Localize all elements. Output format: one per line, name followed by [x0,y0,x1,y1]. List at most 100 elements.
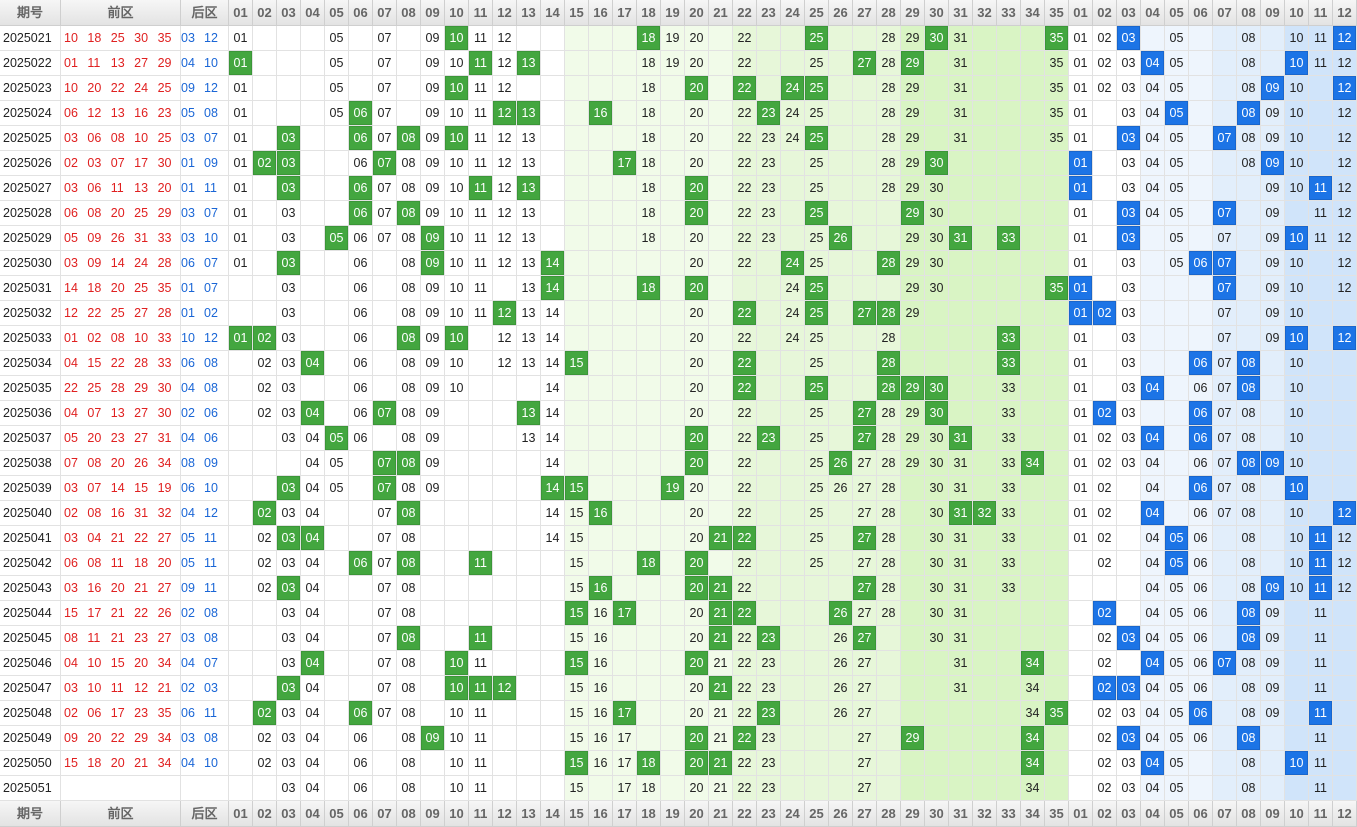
front-draw-cell: 02 06 17 23 35 [61,701,181,726]
period-cell: 2025040 [0,501,61,526]
period-cell: 2025030 [0,251,61,276]
front-trend-cell: 25 [805,76,829,101]
back-trend-cell: 02 [1093,51,1117,76]
front-trend-cell: 17 [613,601,637,626]
back-draw-cell: 05 11 [181,526,229,551]
front-trend-cell: 10 [445,376,469,401]
front-trend-cell: 06 [349,751,373,776]
front-trend-cell [1021,501,1045,526]
front-trend-cell: 27 [853,51,877,76]
front-trend-cell [829,76,853,101]
header-front-num: 22 [733,801,757,827]
front-trend-cell: 03 [277,651,301,676]
back-trend-cell: 06 [1189,576,1213,601]
period-cell: 2025025 [0,126,61,151]
front-draw-cell: 15 17 21 22 26 [61,601,181,626]
front-trend-cell [565,51,589,76]
front-trend-cell: 22 [733,301,757,326]
front-trend-cell [901,551,925,576]
front-trend-cell [301,251,325,276]
front-draw-number: 27 [157,531,172,545]
front-trend-cell [253,451,277,476]
front-trend-cell [253,676,277,701]
front-trend-cell: 22 [733,176,757,201]
back-trend-cell: 03 [1117,101,1141,126]
front-trend-cell: 33 [997,401,1021,426]
front-trend-cell [493,401,517,426]
front-trend-cell: 08 [397,126,421,151]
back-trend-cell [1189,51,1213,76]
front-draw-number: 20 [87,431,102,445]
front-trend-cell: 16 [589,601,613,626]
back-trend-cell [1309,351,1333,376]
front-trend-cell: 10 [445,201,469,226]
back-trend-cell [1261,51,1285,76]
front-trend-cell [997,301,1021,326]
back-draw-number: 03 [181,231,195,245]
period-cell: 2025038 [0,451,61,476]
back-trend-cell [1309,151,1333,176]
front-trend-cell: 03 [277,751,301,776]
front-trend-cell: 22 [733,726,757,751]
front-trend-cell [301,76,325,101]
front-trend-cell [661,776,685,801]
front-trend-cell [277,51,301,76]
front-draw-cell: 22 25 28 29 30 [61,376,181,401]
front-trend-cell: 09 [421,51,445,76]
front-trend-cell [757,501,781,526]
front-trend-cell: 08 [397,751,421,776]
front-trend-cell [325,251,349,276]
front-trend-cell: 04 [301,476,325,501]
back-trend-cell: 01 [1069,276,1093,301]
front-trend-cell: 30 [925,376,949,401]
back-trend-cell [1165,326,1189,351]
front-draw-cell: 08 11 21 23 27 [61,626,181,651]
front-draw-number: 20 [87,731,102,745]
back-trend-cell: 02 [1093,526,1117,551]
back-trend-cell [1093,351,1117,376]
front-trend-cell: 31 [949,651,973,676]
front-trend-cell: 13 [517,226,541,251]
front-trend-cell [973,751,997,776]
back-trend-cell: 02 [1093,76,1117,101]
front-trend-cell [973,426,997,451]
front-trend-cell: 15 [565,351,589,376]
front-trend-cell [445,451,469,476]
front-trend-cell [1045,651,1069,676]
front-trend-cell [229,601,253,626]
front-trend-cell [565,26,589,51]
front-trend-cell [229,401,253,426]
front-draw-number: 03 [64,531,78,545]
header-front-num: 11 [469,0,493,26]
front-trend-cell [613,351,637,376]
header-front-num: 31 [949,801,973,827]
back-trend-cell [1309,476,1333,501]
front-trend-cell: 03 [277,476,301,501]
back-trend-cell [1333,476,1357,501]
front-trend-cell [949,776,973,801]
front-trend-cell: 21 [709,576,733,601]
front-trend-cell [253,101,277,126]
front-draw-number: 02 [64,156,78,170]
front-trend-cell [949,326,973,351]
back-trend-cell [1141,226,1165,251]
back-draw-cell [181,776,229,801]
front-draw-number: 03 [64,181,78,195]
header-front-num: 21 [709,0,733,26]
front-trend-cell [1045,576,1069,601]
front-trend-cell: 31 [949,451,973,476]
front-trend-cell: 03 [277,351,301,376]
front-trend-cell [613,376,637,401]
front-trend-cell: 16 [589,751,613,776]
front-trend-cell: 29 [901,726,925,751]
front-trend-cell [1045,451,1069,476]
header-front-num: 27 [853,801,877,827]
back-trend-cell: 06 [1189,351,1213,376]
back-draw-number: 10 [204,231,218,245]
back-trend-cell [1237,226,1261,251]
front-trend-cell [829,351,853,376]
front-trend-cell [541,701,565,726]
back-trend-cell: 09 [1261,301,1285,326]
back-trend-cell: 08 [1237,776,1261,801]
front-trend-cell: 20 [685,601,709,626]
